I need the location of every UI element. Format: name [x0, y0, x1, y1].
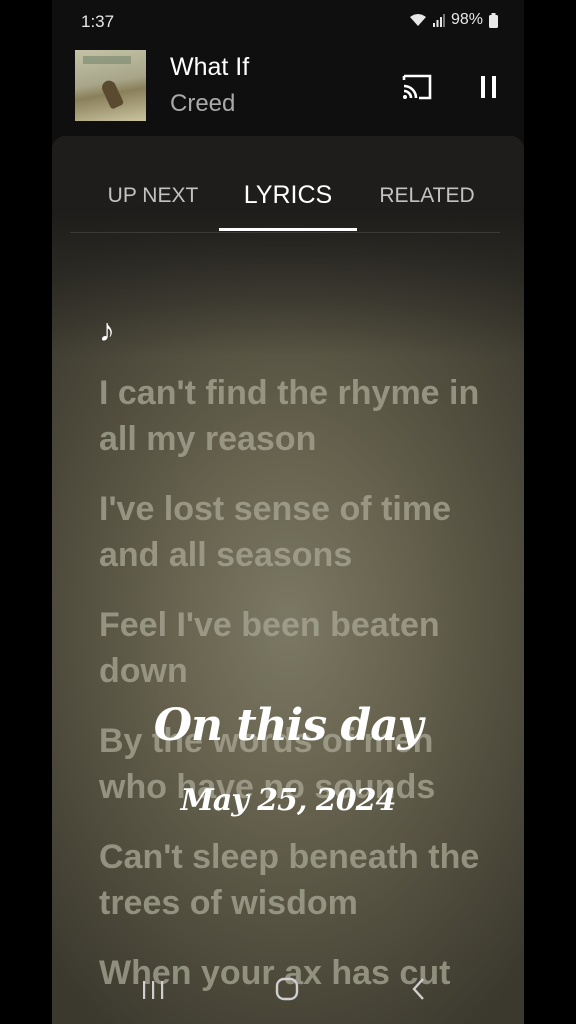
lyric-line: Can't sleep beneath the trees of wisdom: [99, 838, 480, 922]
phone-screen: 1:37 98% What If Creed UP NEXT LYRICS RE…: [52, 0, 524, 1024]
song-artist: Creed: [170, 90, 236, 117]
tab-up-next[interactable]: UP NEXT: [98, 184, 208, 208]
battery-icon: [489, 12, 498, 28]
status-icons: 98%: [409, 11, 498, 29]
tab-related[interactable]: RELATED: [370, 184, 484, 208]
signal-icon: [432, 13, 445, 27]
lyric-line: I can't find the rhyme in all my reason: [99, 374, 480, 458]
music-note-icon: ♪: [99, 312, 115, 348]
tab-lyrics[interactable]: LYRICS: [220, 181, 356, 210]
album-art[interactable]: [75, 50, 146, 121]
tab-selected-indicator: [219, 228, 357, 231]
home-icon[interactable]: [274, 976, 300, 1007]
lyric-line: Feel I've been beaten down: [99, 606, 440, 690]
pause-button[interactable]: [476, 72, 502, 102]
lyrics-text[interactable]: ♪ I can't find the rhyme in all my reaso…: [99, 312, 499, 1020]
pause-icon: [481, 76, 496, 98]
lyric-line: I've lost sense of time and all seasons: [99, 490, 451, 574]
status-time: 1:37: [81, 12, 115, 31]
wifi-icon: [409, 13, 427, 27]
overlay-title: On this day: [153, 700, 424, 751]
song-title: What If: [170, 53, 250, 81]
battery-level: 98%: [450, 11, 483, 28]
status-bar: 1:37 98%: [52, 0, 524, 44]
lyrics-panel: UP NEXT LYRICS RELATED ♪ I can't find th…: [52, 136, 524, 1024]
now-playing-bar[interactable]: What If Creed: [52, 44, 524, 134]
overlay-date: May 25, 2024: [180, 783, 397, 818]
cast-icon: [402, 74, 432, 100]
tab-bar: UP NEXT LYRICS RELATED: [70, 166, 500, 233]
system-nav-bar: [52, 960, 524, 1024]
cast-button[interactable]: [400, 72, 434, 102]
recents-icon[interactable]: [140, 978, 166, 1007]
back-icon[interactable]: [408, 976, 430, 1007]
